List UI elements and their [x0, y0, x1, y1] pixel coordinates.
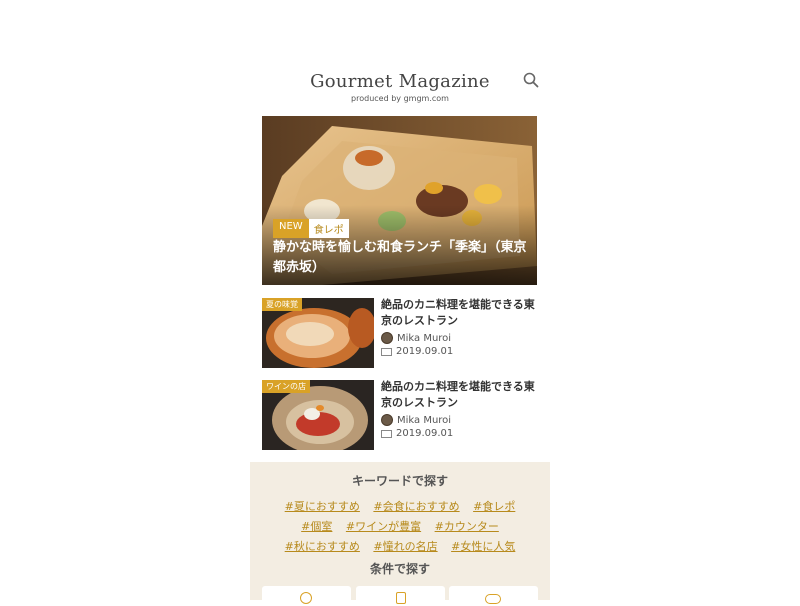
keyword-link[interactable]: #秋におすすめ: [285, 540, 360, 553]
page: Gourmet Magazine produced by gmgm.com NE…: [250, 0, 550, 606]
article-thumbnail[interactable]: ワインの店: [262, 380, 374, 450]
keyword-row: #個室 #ワインが豊富 #カウンター: [250, 518, 550, 534]
author-name: Mika Muroi: [397, 414, 452, 426]
article-card[interactable]: ワインの店 絶品のカニ料理を堪能できる東京のレストラン Mika Muroi 2…: [262, 380, 537, 450]
badge-group: NEW 食レポ: [273, 219, 349, 238]
article-date: 2019.09.01: [381, 428, 453, 439]
calendar-icon: [381, 429, 392, 438]
date-text: 2019.09.01: [396, 428, 454, 439]
keyword-link[interactable]: #夏におすすめ: [285, 500, 360, 513]
search-icon[interactable]: [523, 72, 539, 88]
location-icon: [300, 592, 312, 604]
condition-button-genre[interactable]: [356, 586, 445, 606]
search-panel: キーワードで探す #夏におすすめ #会食におすすめ #食レポ #個室 #ワインが…: [250, 462, 550, 606]
article-card[interactable]: 夏の味覚 絶品のカニ料理を堪能できる東京のレストラン Mika Muroi 20…: [262, 298, 537, 368]
article-date: 2019.09.01: [381, 346, 453, 357]
condition-button-area[interactable]: [262, 586, 351, 606]
article-title[interactable]: 絶品のカニ料理を堪能できる東京のレストラン: [381, 297, 537, 329]
keyword-link[interactable]: #個室: [301, 520, 332, 533]
article-author: Mika Muroi: [381, 332, 451, 344]
keyword-link[interactable]: #憧れの名店: [373, 540, 437, 553]
article-thumbnail[interactable]: 夏の味覚: [262, 298, 374, 368]
keyword-link[interactable]: #女性に人気: [451, 540, 515, 553]
scene-icon: [485, 594, 501, 604]
new-badge: NEW: [273, 219, 309, 238]
keyword-heading: キーワードで探す: [351, 474, 448, 488]
featured-article[interactable]: NEW 食レポ 静かな時を愉しむ和食ランチ「季楽」（東京都赤坂）: [262, 116, 537, 285]
article-author: Mika Muroi: [381, 414, 451, 426]
site-header: Gourmet Magazine produced by gmgm.com: [250, 70, 550, 110]
article-tag: ワインの店: [262, 380, 310, 393]
keyword-link[interactable]: #会食におすすめ: [373, 500, 459, 513]
category-badge[interactable]: 食レポ: [308, 219, 349, 238]
avatar: [381, 414, 393, 426]
author-name: Mika Muroi: [397, 332, 452, 344]
article-tag: 夏の味覚: [262, 298, 302, 311]
condition-button-scene[interactable]: [449, 586, 538, 606]
condition-heading: 条件で探す: [369, 562, 430, 576]
avatar: [381, 332, 393, 344]
site-tagline: produced by gmgm.com: [351, 94, 449, 103]
genre-icon: [396, 592, 406, 604]
keyword-link[interactable]: #カウンター: [435, 520, 499, 533]
keyword-row: #夏におすすめ #会食におすすめ #食レポ: [250, 498, 550, 514]
article-title[interactable]: 絶品のカニ料理を堪能できる東京のレストラン: [381, 379, 537, 411]
keyword-link[interactable]: #ワインが豊富: [346, 520, 421, 533]
date-text: 2019.09.01: [396, 346, 454, 357]
calendar-icon: [381, 347, 392, 356]
keyword-row: #秋におすすめ #憧れの名店 #女性に人気: [250, 538, 550, 554]
keyword-link[interactable]: #食レポ: [473, 500, 515, 513]
featured-title[interactable]: 静かな時を愉しむ和食ランチ「季楽」（東京都赤坂）: [273, 238, 528, 278]
site-logo[interactable]: Gourmet Magazine: [250, 71, 550, 92]
